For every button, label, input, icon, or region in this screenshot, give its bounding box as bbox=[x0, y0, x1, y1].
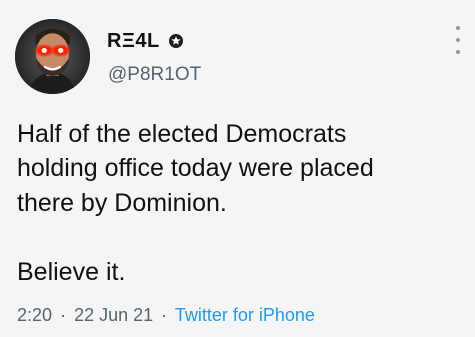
separator: · bbox=[60, 305, 67, 325]
verified-badge-icon bbox=[168, 33, 184, 49]
more-dot bbox=[456, 26, 460, 30]
tweet-text-line: holding office today were placed bbox=[17, 154, 374, 182]
more-dot bbox=[456, 50, 460, 54]
user-handle[interactable]: @P8R1OT bbox=[108, 64, 201, 86]
more-options-icon[interactable] bbox=[452, 26, 464, 54]
tweet-date[interactable]: 22 Jun 21 bbox=[74, 305, 153, 325]
tweet-time[interactable]: 2:20 bbox=[17, 305, 52, 325]
display-name[interactable]: RΞ4L bbox=[107, 30, 160, 53]
avatar[interactable] bbox=[15, 19, 90, 94]
tweet: RΞ4L @P8R1OT Half of the elected Democra… bbox=[0, 0, 475, 337]
separator: · bbox=[161, 305, 168, 325]
display-name-row[interactable]: RΞ4L bbox=[107, 28, 184, 54]
more-dot bbox=[456, 38, 460, 42]
tweet-text-line: Believe it. bbox=[17, 258, 126, 286]
tweet-text-line: Half of the elected Democrats bbox=[17, 120, 347, 148]
tweet-text-line: there by Dominion. bbox=[17, 189, 227, 217]
tweet-source-link[interactable]: Twitter for iPhone bbox=[175, 305, 315, 325]
tweet-metadata: 2:20 · 22 Jun 21 · Twitter for iPhone bbox=[17, 305, 315, 326]
